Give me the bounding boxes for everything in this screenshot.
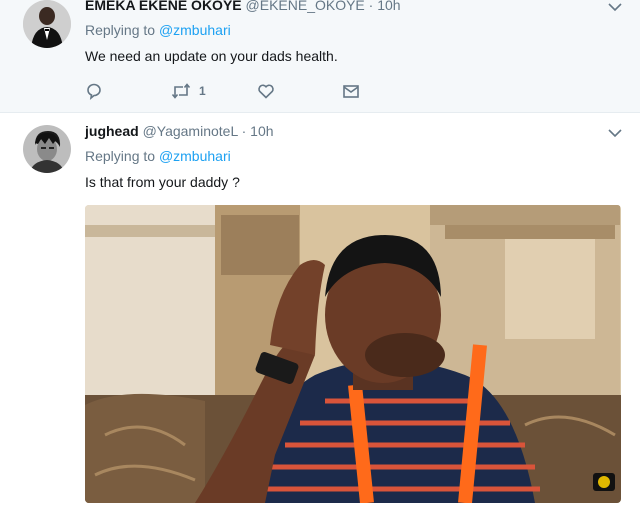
- mention-link[interactable]: @zmbuhari: [159, 22, 231, 38]
- chevron-down-icon[interactable]: [608, 128, 622, 138]
- replying-to-label: Replying to: [85, 148, 156, 164]
- tweet-header: EMEKA EKENE OKOYE @EKENE_OKOYE · 10h: [85, 0, 401, 13]
- replying-to: Replying to @zmbuhari: [85, 22, 231, 38]
- tweet-actions: 1: [85, 82, 385, 102]
- tweet-jughead[interactable]: jughead @YagaminoteL · 10h Replying to @…: [0, 113, 640, 508]
- fullname[interactable]: jughead: [85, 123, 139, 139]
- username[interactable]: @YagaminoteL: [143, 123, 238, 139]
- like-button[interactable]: [257, 82, 275, 100]
- retweet-button[interactable]: 1: [171, 82, 206, 100]
- like-icon: [258, 84, 274, 99]
- mention-link[interactable]: @zmbuhari: [159, 148, 231, 164]
- timestamp[interactable]: 10h: [377, 0, 400, 13]
- tweet-emeka[interactable]: EMEKA EKENE OKOYE @EKENE_OKOYE · 10h Rep…: [0, 0, 640, 113]
- tweet-text: Is that from your daddy ?: [85, 174, 240, 190]
- separator: ·: [368, 0, 374, 13]
- timestamp[interactable]: 10h: [250, 123, 273, 139]
- tweet-media-image[interactable]: [85, 205, 621, 503]
- direct-message-icon: [343, 85, 359, 98]
- username[interactable]: @EKENE_OKOYE: [246, 0, 365, 13]
- replying-to: Replying to @zmbuhari: [85, 148, 231, 164]
- chevron-down-icon[interactable]: [608, 2, 622, 12]
- replying-to-label: Replying to: [85, 22, 156, 38]
- reply-button[interactable]: [85, 82, 103, 100]
- direct-message-button[interactable]: [342, 82, 360, 100]
- avatar[interactable]: [23, 125, 71, 173]
- reply-icon: [87, 83, 101, 100]
- tweet-text: We need an update on your dads health.: [85, 48, 338, 64]
- avatar[interactable]: [23, 0, 71, 48]
- tweet-header: jughead @YagaminoteL · 10h: [85, 123, 274, 139]
- separator: ·: [241, 123, 247, 139]
- fullname[interactable]: EMEKA EKENE OKOYE: [85, 0, 242, 13]
- retweet-icon: [171, 83, 191, 99]
- retweet-count: 1: [199, 84, 206, 98]
